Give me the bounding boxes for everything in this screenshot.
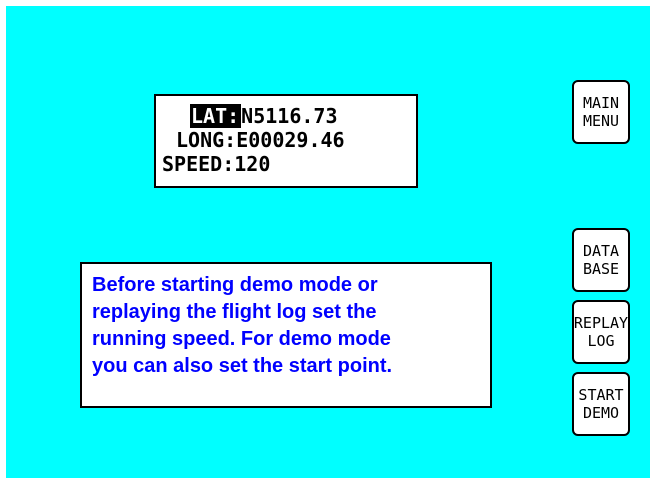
main-menu-button[interactable]: MAIN MENU	[572, 80, 630, 144]
info-line: running speed. For demo mode	[92, 328, 391, 350]
long-label: LONG:	[176, 128, 237, 152]
replay-log-label-line1: REPLAY	[573, 314, 629, 332]
info-message: Before starting demo mode or replaying t…	[80, 262, 492, 408]
data-base-button[interactable]: DATA BASE	[572, 228, 630, 292]
long-row: LONG:E00029.46	[162, 128, 416, 152]
main-menu-label-line1: MAIN	[582, 94, 620, 112]
replay-log-button[interactable]: REPLAY LOG	[572, 300, 630, 364]
lat-value: N5116.73	[241, 104, 338, 128]
position-readout: LAT: N5116.73 LONG:E00029.46 SPEED:120	[154, 94, 418, 188]
info-line: replaying the flight log set the	[92, 301, 377, 323]
display-screen: LAT: N5116.73 LONG:E00029.46 SPEED:120 Be…	[6, 6, 650, 478]
lat-label: LAT:	[190, 104, 242, 128]
speed-label: SPEED:	[162, 152, 235, 176]
speed-row: SPEED:120	[162, 152, 416, 176]
lat-row: LAT: N5116.73	[162, 104, 416, 128]
start-demo-label-line2: DEMO	[582, 404, 620, 422]
replay-log-label-line2: LOG	[587, 332, 615, 350]
data-base-label-line1: DATA	[582, 242, 620, 260]
speed-value: 120	[234, 152, 271, 176]
start-demo-button[interactable]: START DEMO	[572, 372, 630, 436]
start-demo-label-line1: START	[578, 386, 624, 404]
long-value: E00029.46	[236, 128, 345, 152]
data-base-label-line2: BASE	[582, 260, 620, 278]
main-menu-label-line2: MENU	[582, 112, 620, 130]
info-line: Before starting demo mode or	[92, 274, 378, 296]
info-line: you can also set the start point.	[92, 355, 393, 377]
